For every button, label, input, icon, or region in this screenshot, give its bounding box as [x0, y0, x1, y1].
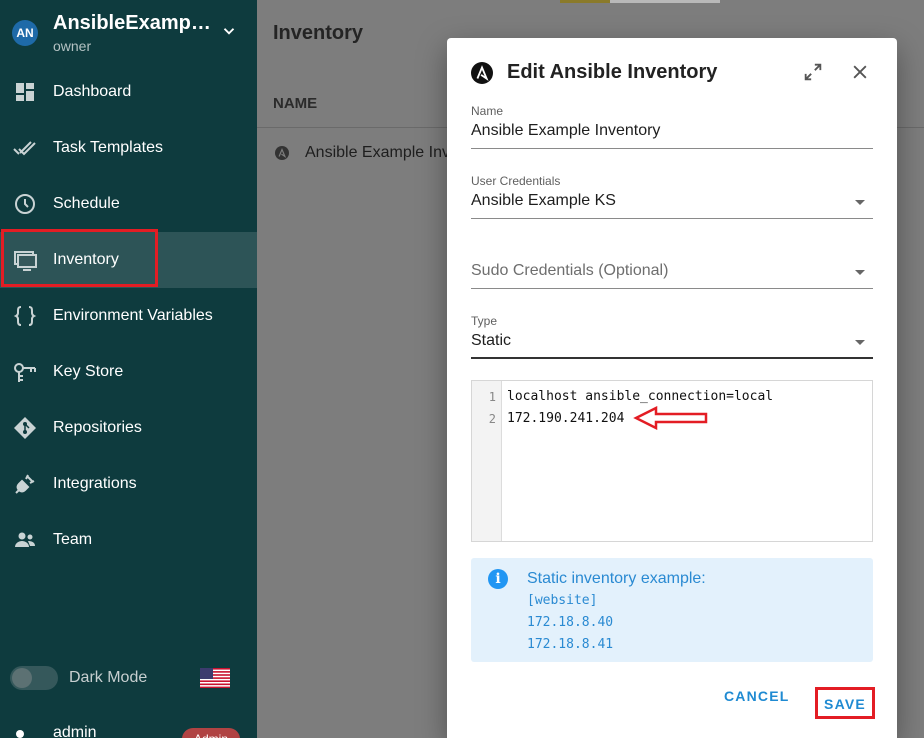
top-strip: [560, 0, 610, 3]
sidebar-item-environment[interactable]: Environment Variables: [0, 288, 257, 344]
sidebar-item-label: Repositories: [53, 419, 142, 436]
user-name: admin: [53, 724, 97, 738]
sidebar-item-label: Integrations: [53, 475, 137, 492]
user-row[interactable]: admin Admin: [0, 724, 257, 738]
save-button[interactable]: SAVE: [815, 687, 875, 719]
close-icon[interactable]: [850, 62, 870, 82]
braces-icon: [13, 306, 37, 326]
sidebar-item-integrations[interactable]: Integrations: [0, 456, 257, 512]
role-badge: Admin: [182, 728, 240, 738]
code-line[interactable]: localhost ansible_connection=local: [507, 389, 773, 404]
git-icon: [14, 417, 36, 439]
caret-down-icon: [855, 340, 865, 345]
info-icon: i: [488, 569, 508, 589]
inventory-code-editor[interactable]: 1 2 localhost ansible_connection=local 1…: [471, 380, 873, 542]
project-switcher[interactable]: AN AnsibleExampl... owner: [0, 0, 257, 64]
highlight-box: [1, 229, 158, 287]
dark-mode-row: Dark Mode: [0, 658, 257, 698]
caret-down-icon: [855, 270, 865, 275]
name-input[interactable]: Ansible Example Inventory: [471, 122, 873, 140]
cancel-button[interactable]: CANCEL: [724, 688, 790, 704]
annotation-arrow-icon: [633, 406, 708, 430]
chevron-down-icon[interactable]: [220, 22, 238, 40]
key-icon: [14, 363, 36, 382]
name-label: Name: [471, 104, 504, 118]
user-credentials-select[interactable]: User Credentials Ansible Example KS: [471, 174, 873, 220]
clock-icon: [15, 194, 35, 214]
info-line: [website]: [527, 593, 598, 608]
sidebar-item-label: Dashboard: [53, 83, 132, 100]
sidebar-item-label: Environment Variables: [53, 307, 213, 324]
sudo-credentials-select[interactable]: Sudo Credentials (Optional): [471, 262, 873, 290]
caret-down-icon: [855, 200, 865, 205]
info-title: Static inventory example:: [527, 570, 706, 587]
sidebar-item-repositories[interactable]: Repositories: [0, 400, 257, 456]
type-label: Type: [471, 314, 498, 328]
dialog-title: Edit Ansible Inventory: [507, 61, 718, 83]
expand-icon[interactable]: [802, 61, 824, 83]
ansible-icon: [275, 146, 289, 160]
sidebar-item-label: Schedule: [53, 195, 120, 212]
page-title: Inventory: [273, 22, 364, 44]
sidebar-item-label: Team: [53, 531, 93, 548]
ansible-logo-icon: [471, 62, 493, 84]
dark-mode-toggle[interactable]: [10, 666, 58, 690]
column-header-name: NAME: [273, 95, 318, 112]
underline: [471, 357, 873, 359]
static-inventory-info: i Static inventory example: [website] 17…: [471, 558, 873, 662]
sidebar-item-dashboard[interactable]: Dashboard: [0, 64, 257, 120]
user-credentials-value: Ansible Example KS: [471, 192, 616, 209]
table-row[interactable]: Ansible Example Inv: [305, 144, 450, 162]
dashboard-icon: [16, 83, 34, 101]
team-icon: [15, 532, 35, 547]
user-credentials-label: User Credentials: [471, 174, 561, 188]
line-number: 1: [488, 390, 496, 404]
us-flag-icon[interactable]: [200, 668, 230, 688]
line-gutter: 1 2: [472, 381, 502, 541]
project-avatar: AN: [12, 20, 38, 46]
sidebar: AN AnsibleExampl... owner Dashboard Task…: [0, 0, 257, 738]
sidebar-item-key-store[interactable]: Key Store: [0, 344, 257, 400]
edit-inventory-dialog: Edit Ansible Inventory Name Ansible Exam…: [447, 38, 897, 738]
underline: [471, 148, 873, 149]
sidebar-item-team[interactable]: Team: [0, 512, 257, 568]
underline: [471, 288, 873, 289]
top-strip-2: [610, 0, 720, 3]
code-line[interactable]: 172.190.241.204: [507, 411, 624, 426]
plug-icon: [15, 474, 35, 494]
toggle-knob: [12, 668, 32, 688]
project-name: AnsibleExampl...: [53, 12, 213, 34]
underline: [471, 218, 873, 219]
line-number: 2: [488, 412, 496, 426]
project-role: owner: [53, 38, 92, 54]
user-icon: [16, 730, 24, 738]
sidebar-item-label: Task Templates: [53, 139, 163, 156]
done-all-icon: [13, 141, 36, 156]
info-line: 172.18.8.41: [527, 637, 614, 652]
sudo-credentials-placeholder: Sudo Credentials (Optional): [471, 262, 669, 279]
dark-mode-label: Dark Mode: [69, 669, 148, 686]
name-field[interactable]: Name Ansible Example Inventory: [471, 104, 873, 150]
sidebar-item-schedule[interactable]: Schedule: [0, 176, 257, 232]
info-line: 172.18.8.40: [527, 615, 614, 630]
type-value: Static: [471, 332, 512, 349]
type-select[interactable]: Type Static: [471, 314, 873, 360]
sidebar-item-task-templates[interactable]: Task Templates: [0, 120, 257, 176]
sidebar-item-label: Key Store: [53, 363, 124, 380]
